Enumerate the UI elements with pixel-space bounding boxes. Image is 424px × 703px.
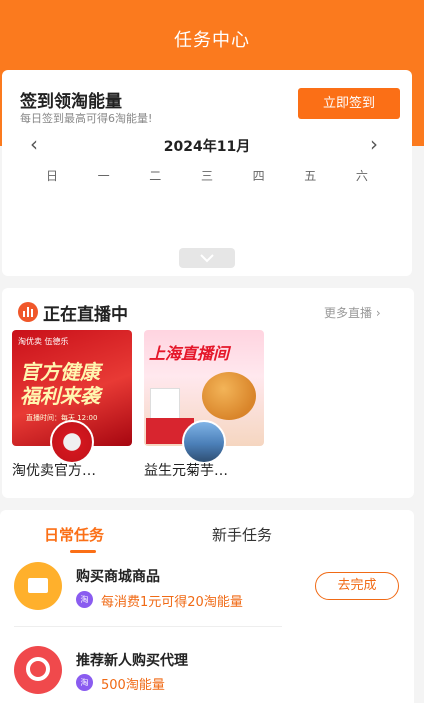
checkin-button[interactable]: 立即签到 [298, 88, 400, 119]
chevron-right-icon: › [375, 306, 381, 320]
more-live-link[interactable]: 更多直播 › [324, 304, 381, 321]
fruit-image [202, 372, 256, 420]
energy-coin-icon: 淘 [76, 674, 93, 691]
task-title-2: 推荐新人购买代理 [76, 653, 188, 669]
tab-newbie-tasks[interactable]: 新手任务 [212, 524, 272, 545]
avatar [50, 420, 94, 464]
checkin-subtitle: 每日签到最高可得6淘能量! [20, 112, 153, 125]
calendar-weekdays: 日 一 二 三 四 五 六 [40, 167, 374, 184]
weekday-mon: 一 [97, 169, 110, 183]
weekday-thu: 四 [252, 169, 265, 183]
weekday-sat: 六 [355, 169, 368, 183]
avatar [182, 420, 226, 464]
task-reward-1: 每消费1元可得20淘能量 [101, 595, 243, 610]
flower-icon [14, 646, 62, 694]
live-name-1[interactable]: 淘优卖官方… [12, 460, 96, 480]
weekday-tue: 二 [149, 169, 162, 183]
live-card: 正在直播中 更多直播 › 淘优卖 伍德乐 官方健康 福利来袭 直播时间：每天 1… [2, 288, 414, 498]
energy-coin-icon: 淘 [76, 591, 93, 608]
live-title: 正在直播中 [43, 305, 128, 325]
live-bars-icon [18, 302, 38, 322]
chevron-right-icon[interactable]: › [370, 134, 378, 154]
envelope-icon [14, 562, 62, 610]
weekday-wed: 三 [200, 169, 213, 183]
weekday-sun: 日 [45, 169, 58, 183]
thumb2-headline: 上海直播间 [149, 344, 230, 363]
thumb1-headline-line1: 官方健康 [20, 360, 100, 384]
page-title: 任务中心 [174, 30, 250, 51]
active-tab-indicator [70, 550, 96, 553]
calendar-month: 2024年11月 [163, 139, 251, 155]
checkin-title: 签到领淘能量 [20, 92, 122, 112]
task-title-1: 购买商城商品 [76, 569, 160, 585]
task-reward-2: 500淘能量 [101, 678, 165, 693]
complete-task-button[interactable]: 去完成 [315, 572, 399, 600]
tab-daily-tasks[interactable]: 日常任务 [44, 524, 104, 545]
checkin-card: 签到领淘能量 每日签到最高可得6淘能量! 立即签到 ‹ 2024年11月 › 日… [2, 70, 412, 276]
calendar-expand-button[interactable] [179, 248, 235, 268]
chevron-down-icon [200, 254, 214, 263]
thumb1-headline: 官方健康 福利来袭 [20, 360, 100, 408]
thumb1-brand: 淘优卖 伍德乐 [18, 337, 69, 346]
thumb1-headline-line2: 福利来袭 [20, 384, 100, 408]
more-live-label: 更多直播 [324, 306, 373, 320]
tasks-card: 日常任务 新手任务 购买商城商品 淘 每消费1元可得20淘能量 去完成 推荐新人… [0, 510, 414, 703]
live-name-2[interactable]: 益生元菊芋… [144, 460, 228, 480]
divider [14, 626, 282, 627]
weekday-fri: 五 [304, 169, 317, 183]
